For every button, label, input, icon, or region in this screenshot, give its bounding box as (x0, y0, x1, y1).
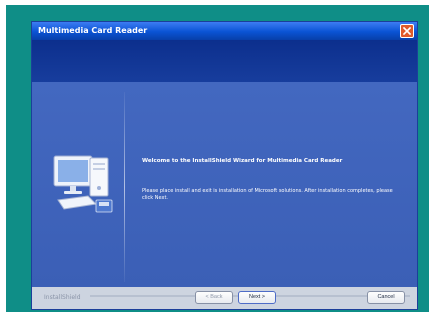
title-bar[interactable]: Multimedia Card Reader (32, 22, 417, 40)
computer-icon (53, 155, 113, 213)
back-button[interactable]: < Back (195, 291, 233, 304)
wizard-footer: InstallShield < Back Next > Cancel (32, 287, 417, 309)
installshield-label: InstallShield (44, 294, 81, 301)
close-button[interactable] (400, 24, 414, 38)
window-title: Multimedia Card Reader (38, 26, 148, 35)
wizard-content: Welcome to the InstallShield Wizard for … (32, 82, 417, 287)
cancel-button[interactable]: Cancel (367, 291, 405, 304)
next-button[interactable]: Next > (238, 291, 276, 304)
welcome-heading: Welcome to the InstallShield Wizard for … (142, 158, 343, 164)
installer-window: Multimedia Card Reader Welcome to the In… (31, 21, 418, 310)
welcome-body: Please place install and exit is install… (142, 188, 393, 201)
screen-frame: Multimedia Card Reader Welcome to the In… (6, 5, 429, 312)
close-icon (403, 27, 411, 35)
content-divider (124, 92, 125, 282)
header-band (32, 40, 417, 82)
